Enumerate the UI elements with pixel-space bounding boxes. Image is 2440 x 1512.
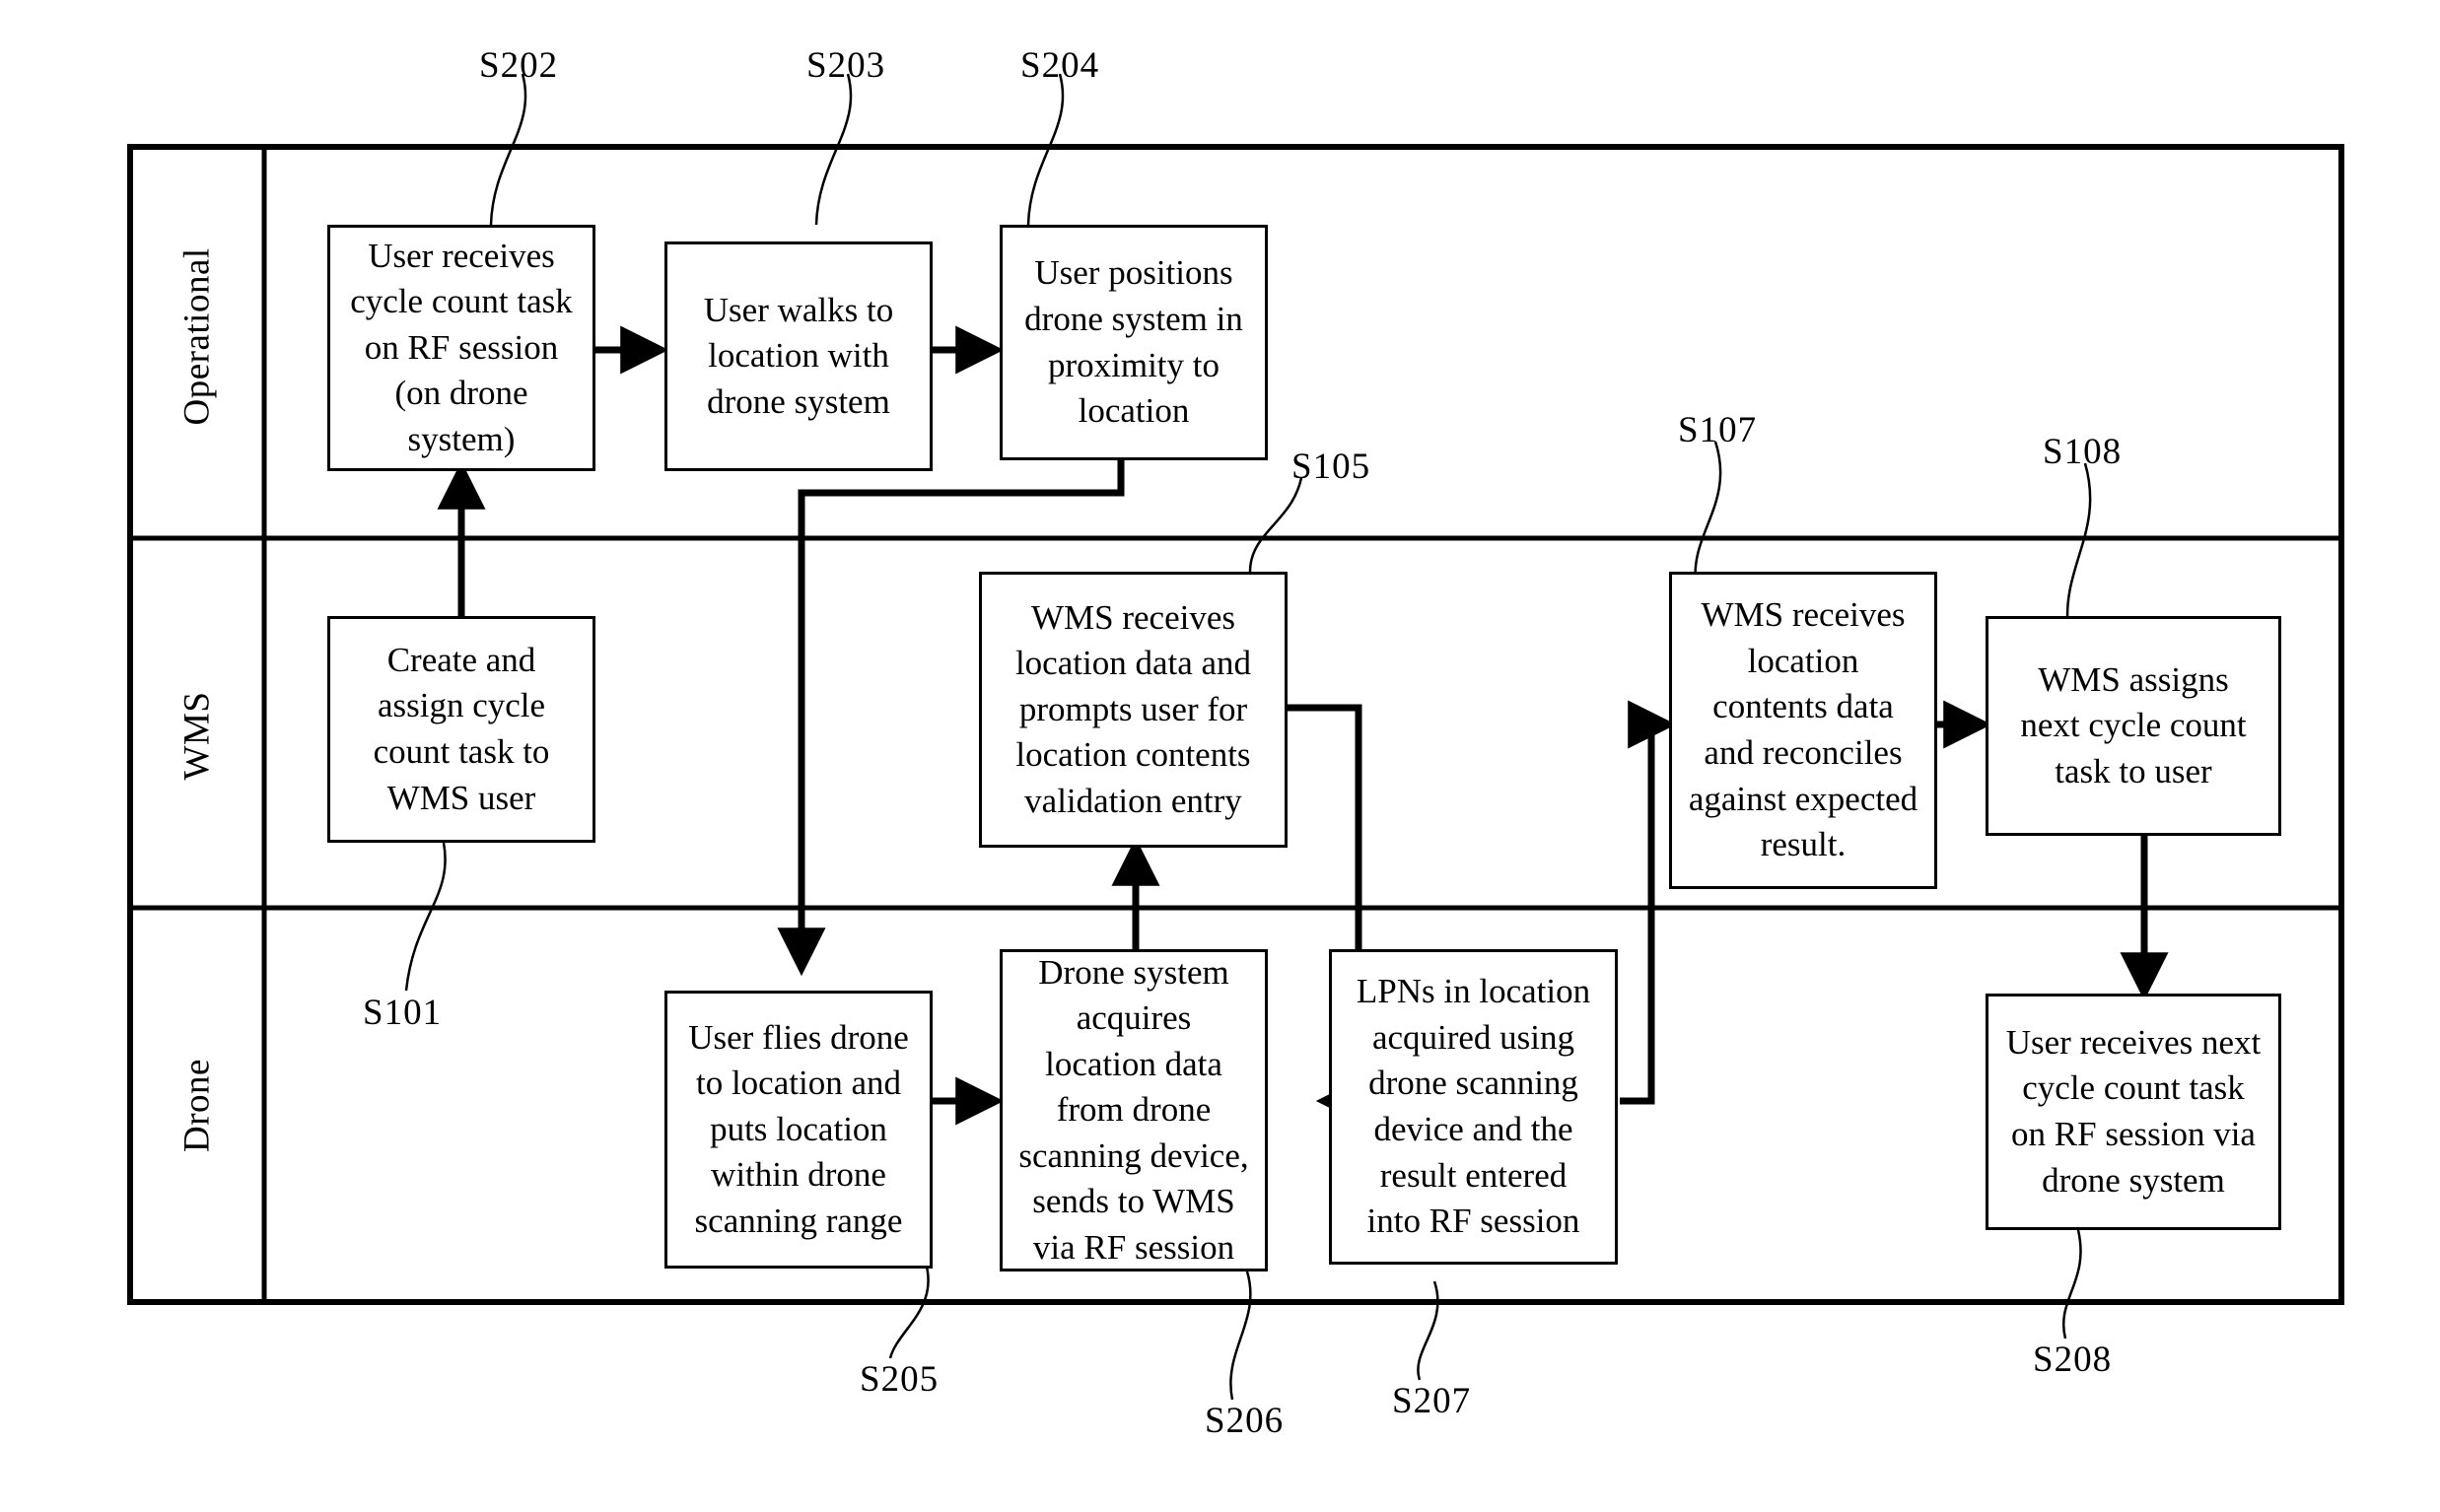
leader-S101: [404, 842, 447, 992]
leader-S107: [1694, 441, 1722, 583]
leader-S207: [1417, 1280, 1439, 1381]
reference-label-s206-text: S206: [1205, 1401, 1285, 1441]
reference-label-s204: S204: [1020, 44, 1099, 87]
lane-label-operational: Operational: [176, 247, 219, 425]
reference-label-s107: S107: [1678, 409, 1757, 451]
reference-label-s101: S101: [363, 992, 442, 1034]
reference-label-s206: S206: [1205, 1400, 1284, 1442]
process-node-s204-text: User positions drone system in proximity…: [1024, 253, 1243, 431]
reference-label-s205-text: S205: [860, 1359, 940, 1400]
process-node-s206-text: Drone system acquires location data from…: [1018, 952, 1249, 1267]
reference-label-s207-text: S207: [1392, 1381, 1472, 1421]
process-node-s107-text: WMS receives location contents data and …: [1688, 595, 1918, 864]
reference-label-s108: S108: [2043, 431, 2122, 473]
process-node-s205[interactable]: User flies drone to location and puts lo…: [664, 991, 933, 1269]
reference-label-s202-text: S202: [479, 45, 559, 86]
process-node-s101-text: Create and assign cycle count task to WM…: [373, 640, 550, 817]
reference-label-s205: S205: [860, 1358, 939, 1401]
leader-S206: [1229, 1271, 1252, 1401]
lane-label-wms-text: WMS: [176, 691, 218, 781]
reference-label-s105: S105: [1291, 446, 1370, 488]
lane-label-drone: Drone: [176, 1027, 219, 1185]
reference-label-s107-text: S107: [1678, 410, 1758, 450]
process-node-s101[interactable]: Create and assign cycle count task to WM…: [327, 616, 595, 843]
process-node-s205-text: User flies drone to location and puts lo…: [688, 1017, 909, 1240]
lane-label-wms: WMS: [176, 657, 219, 815]
lane-label-drone-text: Drone: [176, 1059, 218, 1152]
reference-label-s202: S202: [479, 44, 558, 87]
process-node-s108-text: WMS assigns next cycle count task to use…: [2020, 659, 2247, 790]
process-node-s108[interactable]: WMS assigns next cycle count task to use…: [1986, 616, 2281, 836]
process-node-s105[interactable]: WMS receives location data and prompts u…: [979, 572, 1288, 848]
process-node-s202[interactable]: User receives cycle count task on RF ses…: [327, 225, 595, 471]
process-node-s203-text: User walks to location with drone system: [703, 290, 894, 421]
leader-S205: [888, 1266, 930, 1359]
connector-s207-s107: [1620, 700, 1677, 1105]
reference-label-s101-text: S101: [363, 993, 443, 1033]
process-node-s208-text: User receives next cycle count task on R…: [2005, 1022, 2262, 1200]
reference-label-s105-text: S105: [1291, 447, 1371, 487]
leader-S208: [2062, 1229, 2082, 1340]
process-node-s207[interactable]: LPNs in location acquired using drone sc…: [1329, 949, 1618, 1265]
reference-label-s108-text: S108: [2043, 432, 2123, 472]
process-node-s202-text: User receives cycle count task on RF ses…: [350, 236, 573, 458]
process-node-s203[interactable]: User walks to location with drone system: [664, 241, 933, 471]
reference-label-s208-text: S208: [2033, 1340, 2113, 1380]
process-node-s208[interactable]: User receives next cycle count task on R…: [1986, 994, 2281, 1230]
reference-label-s203-text: S203: [806, 45, 886, 86]
figure-canvas: Operational WMS Drone User receives cycl…: [0, 0, 2440, 1512]
process-node-s206[interactable]: Drone system acquires location data from…: [1000, 949, 1268, 1271]
process-node-s105-text: WMS receives location data and prompts u…: [1014, 597, 1252, 820]
process-node-s204[interactable]: User positions drone system in proximity…: [1000, 225, 1268, 460]
reference-label-s208: S208: [2033, 1339, 2112, 1381]
leader-S108: [2065, 462, 2092, 632]
reference-label-s203: S203: [806, 44, 885, 87]
reference-label-s204-text: S204: [1020, 45, 1100, 86]
lane-label-operational-text: Operational: [176, 247, 218, 426]
leader-S105: [1248, 477, 1303, 573]
process-node-s107[interactable]: WMS receives location contents data and …: [1669, 572, 1937, 889]
reference-label-s207: S207: [1392, 1380, 1471, 1422]
process-node-s207-text: LPNs in location acquired using drone sc…: [1356, 972, 1591, 1241]
